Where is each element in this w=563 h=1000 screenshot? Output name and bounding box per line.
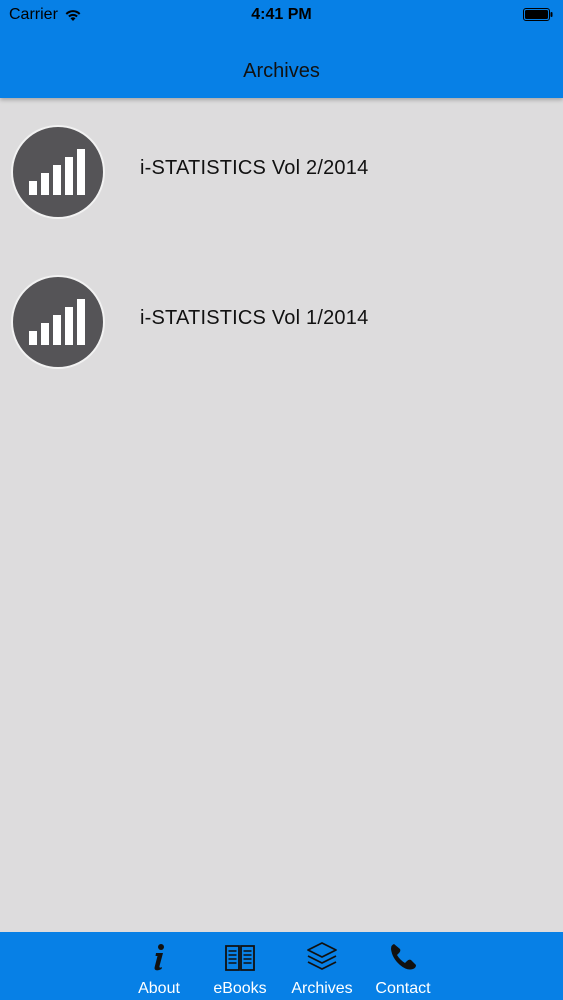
tab-label: About <box>138 980 180 997</box>
page-title: Archives <box>243 60 320 82</box>
info-icon <box>154 944 164 971</box>
tab-about[interactable]: About <box>119 932 199 1000</box>
battery-icon <box>523 8 553 21</box>
list-item[interactable]: i-STATISTICS Vol 1/2014 <box>0 248 563 398</box>
tab-label: Contact <box>375 980 431 997</box>
tab-label: eBooks <box>213 980 267 997</box>
list-item[interactable]: i-STATISTICS Vol 2/2014 <box>0 98 563 248</box>
tab-label: Archives <box>291 980 353 997</box>
archive-title: i-STATISTICS Vol 1/2014 <box>140 307 369 329</box>
tab-bar: About eBooks Archives Contact <box>0 932 563 1000</box>
layers-icon <box>307 942 337 970</box>
phone-icon <box>391 944 416 970</box>
top-bar: Carrier 4:41 PM Archives <box>0 0 563 98</box>
app-screen: Carrier 4:41 PM Archives i-STATISTICS Vo… <box>0 0 563 1000</box>
bar-chart-icon <box>11 125 105 219</box>
status-bar: Carrier 4:41 PM <box>0 0 563 30</box>
archive-title: i-STATISTICS Vol 2/2014 <box>140 157 369 179</box>
tab-contact[interactable]: Contact <box>363 932 443 1000</box>
tab-archives[interactable]: Archives <box>282 932 362 1000</box>
book-icon <box>225 945 255 971</box>
bar-chart-icon <box>11 275 105 369</box>
tab-ebooks[interactable]: eBooks <box>200 932 280 1000</box>
clock: 4:41 PM <box>251 6 312 23</box>
